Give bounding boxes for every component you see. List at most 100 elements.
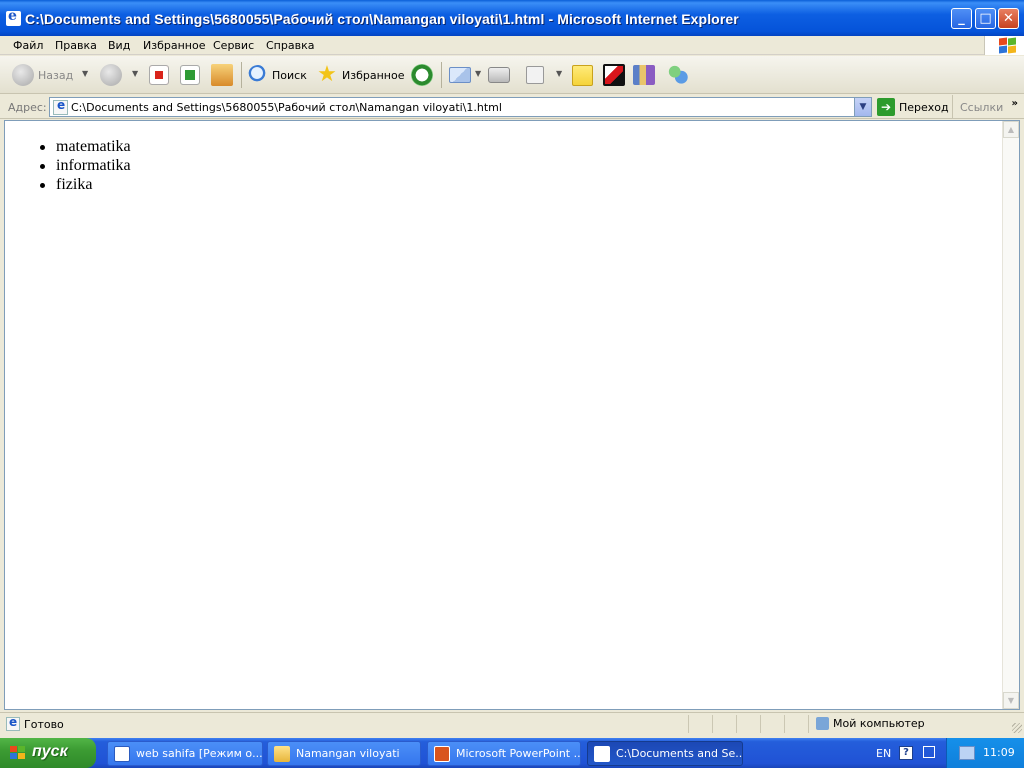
menu-edit[interactable]: Правка (55, 39, 97, 52)
forward-arrow-icon (100, 64, 122, 86)
mail-button[interactable] (449, 63, 471, 87)
links-label: Ссылки (960, 101, 1004, 114)
status-text: Готово (24, 718, 64, 731)
page-status-icon (6, 715, 20, 731)
history-button[interactable] (411, 63, 433, 87)
task-internet-explorer[interactable]: C:\Documents and Se... (587, 741, 743, 766)
minimize-button[interactable]: _ (951, 8, 972, 29)
ie-icon (594, 745, 610, 762)
vertical-scrollbar[interactable]: ▲ ▼ (1002, 121, 1019, 709)
notes-button[interactable] (572, 63, 593, 87)
address-bar: Адрес: C:\Documents and Settings\5680055… (0, 95, 1024, 119)
messenger-icon (667, 64, 689, 86)
window-title: C:\Documents and Settings\5680055\Рабочи… (25, 11, 739, 27)
windows-logo-icon (984, 36, 1024, 55)
kaspersky-icon (603, 64, 625, 86)
back-dropdown-icon[interactable]: ▼ (82, 69, 88, 78)
menu-favorites[interactable]: Избранное (143, 39, 205, 52)
task-label: C:\Documents and Se... (616, 747, 743, 760)
task-label: Namangan viloyati (296, 747, 400, 760)
close-button[interactable]: ✕ (998, 8, 1019, 29)
restore-windows-icon[interactable] (923, 746, 935, 758)
kaspersky-button[interactable] (603, 63, 625, 87)
back-label: Назад (38, 68, 74, 82)
list-item: fizika (36, 175, 131, 194)
stop-icon (149, 65, 169, 85)
home-icon (211, 64, 233, 86)
taskbar: пуск web sahifa [Режим о... Namangan vil… (0, 738, 1024, 768)
edit-dropdown-icon[interactable]: ▼ (556, 69, 562, 78)
research-books-icon (633, 65, 655, 85)
edit-button[interactable] (526, 63, 544, 87)
sticky-note-icon (572, 64, 593, 86)
windows-flag-icon (10, 746, 26, 760)
security-zone: Мой компьютер (816, 717, 925, 730)
page-viewport: matematika informatika fizika ▲ ▼ (4, 120, 1020, 710)
powerpoint-icon (434, 745, 450, 762)
favorites-label: Избранное (342, 68, 405, 82)
messenger-button[interactable] (667, 63, 689, 87)
network-icon[interactable] (959, 746, 975, 760)
back-button[interactable]: Назад (12, 63, 73, 87)
go-arrow-icon: ➔ (877, 98, 895, 116)
task-powerpoint[interactable]: Microsoft PowerPoint ... (427, 741, 581, 766)
ie-window: C:\Documents and Settings\5680055\Рабочи… (0, 0, 1024, 738)
address-label: Адрес: (8, 101, 47, 114)
resize-grip[interactable] (1012, 723, 1022, 733)
status-bar: Готово Мой компьютер (0, 712, 1024, 735)
task-label: Microsoft PowerPoint ... (456, 747, 581, 760)
language-indicator[interactable]: EN (876, 747, 891, 760)
word-icon (114, 745, 130, 762)
system-tray: 11:09 (946, 738, 1024, 768)
standard-toolbar: Назад ▼ ▼ Поиск ★ Избранное ▼ ▼ (0, 56, 1024, 94)
search-icon (248, 65, 268, 85)
stop-button[interactable] (149, 63, 169, 87)
home-button[interactable] (211, 63, 233, 87)
forward-dropdown-icon[interactable]: ▼ (132, 69, 138, 78)
scroll-up-arrow-icon[interactable]: ▲ (1003, 121, 1019, 138)
maximize-button[interactable]: □ (975, 8, 996, 29)
forward-button[interactable] (100, 63, 122, 87)
start-button[interactable]: пуск (0, 738, 96, 768)
list-item: matematika (36, 137, 131, 156)
menu-help[interactable]: Справка (266, 39, 314, 52)
task-word[interactable]: web sahifa [Режим о... (107, 741, 263, 766)
menu-view[interactable]: Вид (108, 39, 130, 52)
menu-bar: Файл Правка Вид Избранное Сервис Справка (0, 36, 1024, 55)
task-folder[interactable]: Namangan viloyati (267, 741, 421, 766)
menu-file[interactable]: Файл (13, 39, 43, 52)
search-button[interactable]: Поиск (248, 63, 307, 87)
mail-icon (449, 67, 471, 83)
favorites-button[interactable]: ★ Избранное (316, 63, 404, 87)
research-button[interactable] (633, 63, 655, 87)
word-document-icon (526, 66, 544, 84)
clock[interactable]: 11:09 (983, 746, 1015, 759)
scroll-down-arrow-icon[interactable]: ▼ (1003, 692, 1019, 709)
menu-tools[interactable]: Сервис (213, 39, 254, 52)
favorites-star-icon: ★ (317, 62, 337, 87)
search-label: Поиск (272, 68, 307, 82)
history-icon (411, 64, 433, 86)
ie-logo-icon (6, 8, 21, 26)
links-chevron-icon[interactable]: » (1012, 98, 1018, 109)
address-field[interactable]: C:\Documents and Settings\5680055\Рабочи… (49, 97, 872, 117)
title-bar[interactable]: C:\Documents and Settings\5680055\Рабочи… (0, 0, 1024, 36)
refresh-button[interactable] (180, 63, 200, 87)
page-content: matematika informatika fizika (5, 121, 1003, 709)
list-item: informatika (36, 156, 131, 175)
subject-list: matematika informatika fizika (36, 137, 131, 194)
go-label: Переход (899, 100, 949, 114)
folder-icon (274, 745, 290, 762)
links-toolbar[interactable]: Ссылки » (952, 95, 1024, 119)
printer-icon (488, 67, 510, 83)
print-button[interactable] (488, 63, 510, 87)
task-label: web sahifa [Режим о... (136, 747, 263, 760)
zone-label: Мой компьютер (833, 717, 925, 730)
address-value[interactable]: C:\Documents and Settings\5680055\Рабочи… (71, 101, 502, 114)
address-dropdown-icon[interactable]: ▼ (854, 98, 871, 116)
back-arrow-icon (12, 64, 34, 86)
start-label: пуск (32, 743, 68, 760)
mail-dropdown-icon[interactable]: ▼ (475, 69, 481, 78)
help-icon[interactable]: ? (899, 746, 913, 760)
go-button[interactable]: ➔ Переход (877, 98, 949, 116)
